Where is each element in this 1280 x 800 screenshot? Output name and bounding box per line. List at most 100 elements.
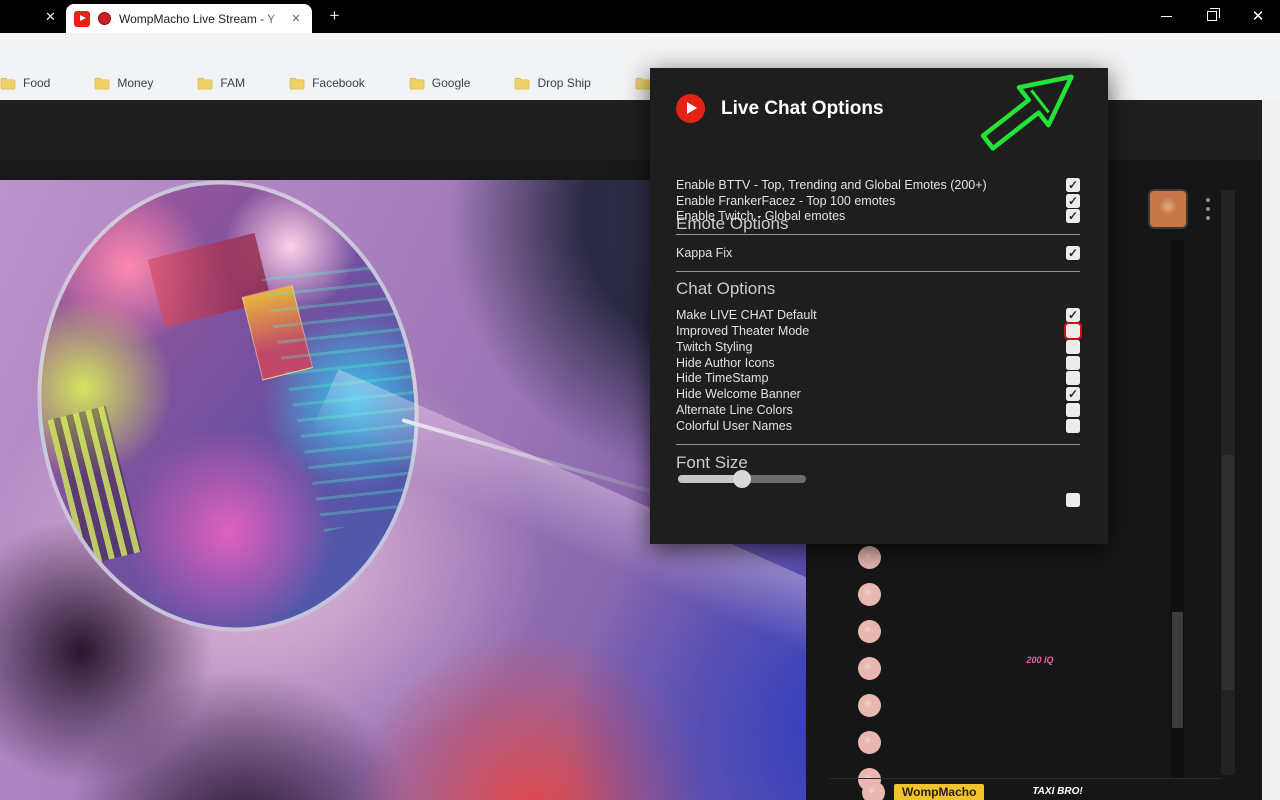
emote[interactable] bbox=[1137, 381, 1167, 411]
emote[interactable] bbox=[1059, 743, 1091, 774]
checkbox-make-live-chat-default[interactable]: ✓ bbox=[1066, 308, 1080, 322]
emote[interactable]: 200 IQ bbox=[1024, 644, 1056, 675]
checkbox-twitch-styling[interactable] bbox=[1066, 340, 1080, 354]
emote[interactable] bbox=[1137, 480, 1167, 510]
emote[interactable] bbox=[1094, 743, 1126, 774]
emote[interactable] bbox=[1137, 348, 1167, 378]
emote[interactable] bbox=[884, 545, 916, 576]
emote[interactable] bbox=[1104, 414, 1134, 444]
emote[interactable] bbox=[954, 644, 986, 675]
emote[interactable] bbox=[1104, 381, 1134, 411]
checkbox-hide-author-icons[interactable] bbox=[1066, 356, 1080, 370]
emote[interactable] bbox=[884, 644, 916, 675]
emote[interactable] bbox=[884, 743, 916, 774]
checkbox-kappa-fix[interactable]: ✓ bbox=[1066, 246, 1080, 260]
emote[interactable] bbox=[954, 578, 986, 609]
emote[interactable] bbox=[1129, 644, 1161, 675]
bookmark-item-food[interactable]: Food bbox=[0, 71, 60, 95]
font-size-slider[interactable] bbox=[678, 475, 806, 483]
checkbox-enable-frankerfacez-top-100-emotes[interactable]: ✓ bbox=[1066, 194, 1080, 208]
emote[interactable] bbox=[1059, 710, 1091, 741]
emote[interactable] bbox=[884, 710, 916, 741]
emote[interactable] bbox=[1094, 776, 1126, 800]
emote[interactable] bbox=[954, 545, 986, 576]
emote[interactable] bbox=[919, 545, 951, 576]
emote[interactable]: TAXI BRO! bbox=[1024, 776, 1091, 800]
bookmark-item-facebook[interactable]: Facebook bbox=[279, 71, 375, 95]
window-close-button[interactable]: ✕ bbox=[1235, 0, 1280, 32]
emote[interactable] bbox=[1059, 677, 1091, 708]
emote[interactable] bbox=[919, 644, 951, 675]
chat-header-emote[interactable] bbox=[1148, 189, 1188, 229]
chat-scrollbar-thumb[interactable] bbox=[1222, 455, 1234, 690]
emote[interactable] bbox=[1094, 611, 1126, 642]
checkbox-hide-timestamp[interactable] bbox=[1066, 371, 1080, 385]
emote[interactable] bbox=[1104, 315, 1134, 345]
window-restore-button[interactable] bbox=[1189, 0, 1235, 32]
emote[interactable] bbox=[1129, 743, 1161, 774]
emote[interactable] bbox=[1129, 545, 1161, 576]
page-scrollbar-track[interactable] bbox=[1262, 100, 1280, 800]
bookmark-item-fam[interactable]: FAM bbox=[187, 71, 255, 95]
emote[interactable] bbox=[1059, 644, 1091, 675]
emote[interactable] bbox=[1094, 545, 1126, 576]
emote[interactable] bbox=[1129, 611, 1161, 642]
emote[interactable] bbox=[989, 743, 1021, 774]
bookmark-item-drop-ship[interactable]: Drop Ship bbox=[504, 71, 600, 95]
emote[interactable] bbox=[989, 611, 1021, 642]
emote-picker-scrollbar-thumb[interactable] bbox=[1172, 612, 1183, 728]
emote[interactable] bbox=[1137, 513, 1167, 543]
emote[interactable] bbox=[1024, 710, 1056, 741]
checkbox-colorful-user-names[interactable] bbox=[1066, 419, 1080, 433]
tab-close-icon[interactable]: ✕ bbox=[288, 11, 304, 27]
emote[interactable] bbox=[1059, 545, 1091, 576]
emote[interactable] bbox=[919, 578, 951, 609]
emote[interactable] bbox=[1104, 348, 1134, 378]
emote[interactable] bbox=[989, 776, 1021, 800]
emote[interactable] bbox=[954, 743, 986, 774]
window-minimize-button[interactable] bbox=[1143, 0, 1189, 32]
emote[interactable] bbox=[919, 710, 951, 741]
emote[interactable] bbox=[884, 578, 916, 609]
emote[interactable] bbox=[1104, 513, 1134, 543]
bookmark-item-google[interactable]: Google bbox=[399, 71, 481, 95]
emote[interactable] bbox=[989, 677, 1021, 708]
emote[interactable] bbox=[1024, 677, 1056, 708]
emote[interactable] bbox=[954, 710, 986, 741]
emote[interactable] bbox=[1094, 644, 1126, 675]
emote[interactable] bbox=[1024, 545, 1056, 576]
emote[interactable] bbox=[989, 578, 1021, 609]
chat-menu-icon[interactable] bbox=[1206, 198, 1210, 224]
emote[interactable] bbox=[1104, 447, 1134, 477]
emote[interactable] bbox=[1059, 578, 1091, 609]
emote[interactable] bbox=[1024, 578, 1056, 609]
emote[interactable] bbox=[1137, 414, 1167, 444]
emote[interactable] bbox=[1129, 710, 1161, 741]
emote[interactable] bbox=[884, 677, 916, 708]
emote[interactable] bbox=[919, 677, 951, 708]
bookmark-item-money[interactable]: Money bbox=[84, 71, 163, 95]
emote[interactable] bbox=[1059, 611, 1091, 642]
emote[interactable] bbox=[1104, 480, 1134, 510]
emote[interactable] bbox=[1094, 677, 1126, 708]
emote[interactable] bbox=[989, 710, 1021, 741]
emote[interactable] bbox=[919, 743, 951, 774]
emote[interactable] bbox=[1094, 710, 1126, 741]
background-tab-close-icon[interactable]: ✕ bbox=[43, 9, 58, 24]
emote[interactable] bbox=[1024, 743, 1056, 774]
checkbox-alternate-line-colors[interactable] bbox=[1066, 403, 1080, 417]
emote[interactable] bbox=[884, 611, 916, 642]
font-size-slider-thumb[interactable] bbox=[733, 470, 751, 488]
emote[interactable] bbox=[954, 611, 986, 642]
checkbox-enable-bttv-top-trending-and-global-emotes-200-[interactable]: ✓ bbox=[1066, 178, 1080, 192]
checkbox-enable-twitch-global-emotes[interactable]: ✓ bbox=[1066, 209, 1080, 223]
extra-checkbox[interactable] bbox=[1066, 493, 1080, 507]
checkbox-improved-theater-mode[interactable] bbox=[1066, 324, 1080, 338]
emote[interactable] bbox=[1137, 315, 1167, 345]
emote[interactable] bbox=[1024, 611, 1056, 642]
emote[interactable] bbox=[919, 611, 951, 642]
emote[interactable] bbox=[989, 644, 1021, 675]
chat-username-chip[interactable]: WompMacho bbox=[894, 784, 984, 800]
emote[interactable] bbox=[1137, 447, 1167, 477]
checkbox-hide-welcome-banner[interactable]: ✓ bbox=[1066, 387, 1080, 401]
